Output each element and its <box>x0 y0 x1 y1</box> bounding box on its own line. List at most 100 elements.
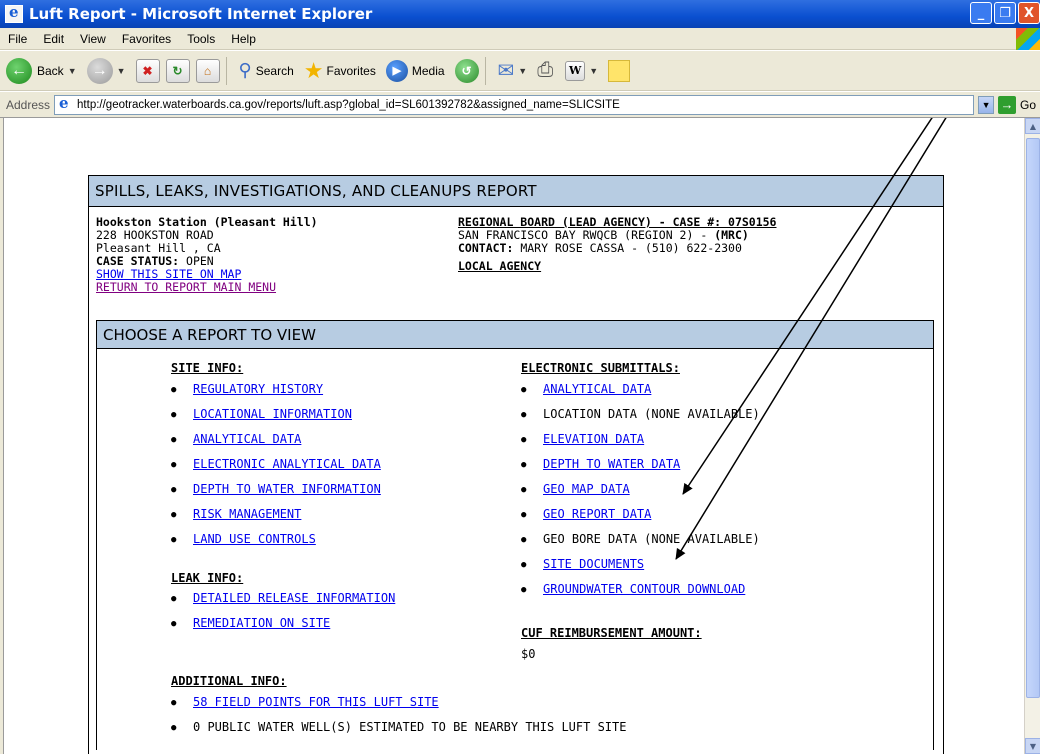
menu-edit[interactable]: Edit <box>35 32 72 46</box>
list-item: ● GEO BORE DATA (NONE AVAILABLE) <box>521 532 760 546</box>
regulatory-history-link[interactable]: REGULATORY HISTORY <box>193 382 323 396</box>
refresh-button[interactable]: ↻ <box>165 58 190 83</box>
bullet-icon: ● <box>521 460 527 470</box>
close-button[interactable]: X <box>1018 2 1040 24</box>
list-item: ● DETAILED RELEASE INFORMATION <box>171 591 395 605</box>
print-button[interactable]: ⎙ <box>537 59 553 82</box>
scrollbar-thumb[interactable] <box>1026 138 1040 698</box>
es-site-documents-link[interactable]: SITE DOCUMENTS <box>543 557 644 571</box>
es-elevation-data-link[interactable]: ELEVATION DATA <box>543 432 644 446</box>
address-label: Address <box>6 97 51 112</box>
list-item: ● 58 FIELD POINTS FOR THIS LUFT SITE <box>171 695 439 709</box>
bullet-icon: ● <box>521 585 527 595</box>
menu-view[interactable]: View <box>72 32 114 46</box>
forward-dropdown-icon[interactable]: ▼ <box>117 66 126 76</box>
es-groundwater-contour-link[interactable]: GROUNDWATER CONTOUR DOWNLOAD <box>543 582 745 596</box>
list-item: ● LOCATION DATA (NONE AVAILABLE) <box>521 407 760 421</box>
list-item: ● DEPTH TO WATER DATA <box>521 457 680 471</box>
stop-button[interactable]: ✖ <box>135 58 160 83</box>
additional-info-heading: ADDITIONAL INFO: <box>171 674 287 688</box>
analytical-data-link[interactable]: ANALYTICAL DATA <box>193 432 301 446</box>
case-status-label: CASE STATUS: <box>96 254 180 268</box>
show-map-link[interactable]: SHOW THIS SITE ON MAP <box>96 267 241 281</box>
search-button[interactable]: ⚲ Search <box>239 60 294 81</box>
menu-file[interactable]: File <box>0 32 35 46</box>
window-controls: _ ❐ X <box>970 2 1040 24</box>
es-geo-report-data-link[interactable]: GEO REPORT DATA <box>543 507 651 521</box>
mail-icon: ✉ <box>497 60 515 82</box>
window-left-edge <box>0 118 4 754</box>
history-button[interactable]: ↺ <box>454 58 479 83</box>
choose-report-title: CHOOSE A REPORT TO VIEW <box>97 321 933 349</box>
word-icon: W <box>565 60 586 81</box>
stop-icon: ✖ <box>135 58 160 83</box>
go-arrow-icon[interactable]: → <box>998 95 1017 114</box>
site-name: Hookston Station (Pleasant Hill) <box>96 215 318 229</box>
edit-button[interactable]: W ▼ <box>565 60 602 81</box>
list-item: ● ANALYTICAL DATA <box>171 432 301 446</box>
back-arrow-icon: ← <box>6 57 32 84</box>
refresh-icon: ↻ <box>165 58 190 83</box>
field-points-link[interactable]: 58 FIELD POINTS FOR THIS LUFT SITE <box>193 695 439 709</box>
report-title: SPILLS, LEAKS, INVESTIGATIONS, AND CLEAN… <box>89 176 943 207</box>
bullet-icon: ● <box>171 460 177 470</box>
electronic-submittals-heading: ELECTRONIC SUBMITTALS: <box>521 361 680 375</box>
page-icon <box>57 96 73 113</box>
messenger-button[interactable] <box>608 59 631 82</box>
electronic-analytical-data-link[interactable]: ELECTRONIC ANALYTICAL DATA <box>193 457 381 471</box>
bullet-icon: ● <box>171 485 177 495</box>
choose-report-panel: CHOOSE A REPORT TO VIEW SITE INFO: ● REGU… <box>96 320 934 750</box>
es-geo-bore-data-text: GEO BORE DATA (NONE AVAILABLE) <box>543 532 760 546</box>
list-item: ● SITE DOCUMENTS <box>521 557 644 571</box>
cuf-heading: CUF REIMBURSEMENT AMOUNT: <box>521 626 702 640</box>
locational-information-link[interactable]: LOCATIONAL INFORMATION <box>193 407 352 421</box>
search-icon: ⚲ <box>238 60 252 80</box>
public-water-wells-text: 0 PUBLIC WATER WELL(S) ESTIMATED TO BE N… <box>193 720 627 734</box>
edit-dropdown-icon[interactable]: ▼ <box>589 66 598 76</box>
regional-board-name: SAN FRANCISCO BAY RWQCB (REGION 2) - <box>458 228 708 242</box>
remediation-on-site-link[interactable]: REMEDIATION ON SITE <box>193 616 330 630</box>
maximize-button[interactable]: ❐ <box>994 2 1016 24</box>
es-geo-map-data-link[interactable]: GEO MAP DATA <box>543 482 630 496</box>
vertical-scrollbar[interactable]: ▲ ▼ <box>1024 118 1040 754</box>
risk-management-link[interactable]: RISK MANAGEMENT <box>193 507 301 521</box>
back-button[interactable]: ← Back ▼ <box>6 57 81 84</box>
back-dropdown-icon[interactable]: ▼ <box>68 66 77 76</box>
bullet-icon: ● <box>171 594 177 604</box>
favorites-button[interactable]: ★ Favorites <box>304 58 376 84</box>
return-main-menu-link[interactable]: RETURN TO REPORT MAIN MENU <box>96 280 276 294</box>
address-dropdown-icon[interactable]: ▼ <box>978 95 995 114</box>
forward-button[interactable]: → ▼ <box>86 57 130 84</box>
search-label: Search <box>255 63 294 78</box>
address-bar: Address http://geotracker.waterboards.ca… <box>0 92 1040 118</box>
report-panel: SPILLS, LEAKS, INVESTIGATIONS, AND CLEAN… <box>88 175 944 754</box>
bullet-icon: ● <box>521 410 527 420</box>
detailed-release-information-link[interactable]: DETAILED RELEASE INFORMATION <box>193 591 395 605</box>
bullet-icon: ● <box>521 510 527 520</box>
mail-dropdown-icon[interactable]: ▼ <box>518 66 527 76</box>
depth-to-water-information-link[interactable]: DEPTH TO WATER INFORMATION <box>193 482 381 496</box>
windows-logo-icon <box>1016 28 1040 50</box>
go-button[interactable]: Go <box>1020 98 1036 112</box>
menu-help[interactable]: Help <box>223 32 264 46</box>
menu-tools[interactable]: Tools <box>179 32 223 46</box>
home-icon: ⌂ <box>195 58 220 83</box>
home-button[interactable]: ⌂ <box>195 58 220 83</box>
es-analytical-data-link[interactable]: ANALYTICAL DATA <box>543 382 651 396</box>
contact-value: MARY ROSE CASSA - (510) 622-2300 <box>520 241 742 255</box>
address-field[interactable]: http://geotracker.waterboards.ca.gov/rep… <box>54 94 975 115</box>
land-use-controls-link[interactable]: LAND USE CONTROLS <box>193 532 316 546</box>
scroll-up-icon[interactable]: ▲ <box>1025 118 1040 134</box>
scroll-down-icon[interactable]: ▼ <box>1025 738 1040 754</box>
menu-favorites[interactable]: Favorites <box>114 32 179 46</box>
bullet-icon: ● <box>521 385 527 395</box>
media-button[interactable]: ▶ Media <box>385 59 445 82</box>
bullet-icon: ● <box>521 435 527 445</box>
minimize-button[interactable]: _ <box>970 2 992 24</box>
bullet-icon: ● <box>521 560 527 570</box>
bullet-icon: ● <box>171 510 177 520</box>
back-label: Back <box>37 63 64 78</box>
window-title: Luft Report - Microsoft Internet Explore… <box>29 5 373 23</box>
mail-button[interactable]: ✉ ▼ <box>498 58 532 83</box>
es-depth-to-water-data-link[interactable]: DEPTH TO WATER DATA <box>543 457 680 471</box>
